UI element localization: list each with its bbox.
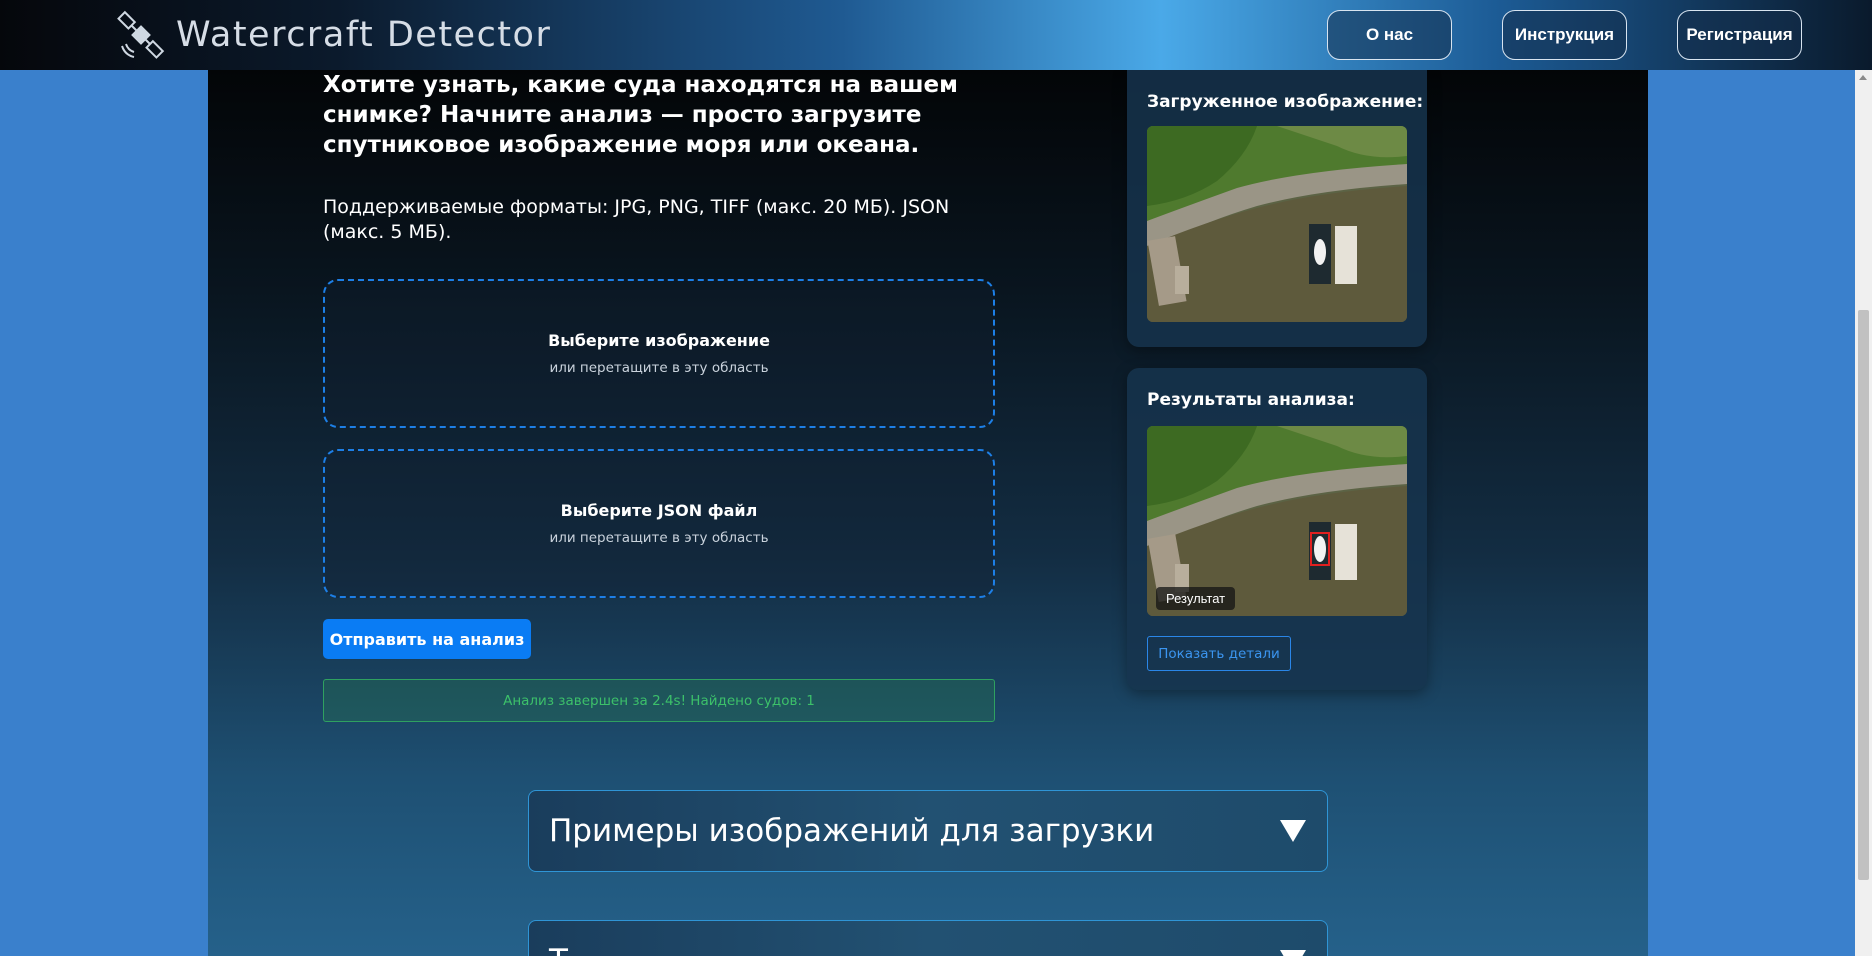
nav-register-button[interactable]: Регистрация bbox=[1677, 10, 1802, 60]
result-image-thumbnail[interactable]: Результат bbox=[1147, 426, 1407, 616]
app-title: Watercraft Detector bbox=[176, 15, 552, 55]
analysis-results-title: Результаты анализа: bbox=[1147, 390, 1355, 410]
uploaded-image-title: Загруженное изображение: bbox=[1147, 92, 1424, 112]
nav-about-button[interactable]: О нас bbox=[1327, 10, 1452, 60]
json-dropzone-title: Выберите JSON файл bbox=[560, 501, 758, 520]
uploaded-image-thumbnail[interactable] bbox=[1147, 126, 1407, 322]
json-dropzone-hint: или перетащите в эту область bbox=[549, 530, 769, 546]
triangle-down-icon bbox=[1280, 820, 1306, 842]
show-details-button[interactable]: Показать детали bbox=[1147, 636, 1291, 671]
nav-guide-button[interactable]: Инструкция bbox=[1502, 10, 1627, 60]
scroll-up-icon[interactable] bbox=[1859, 75, 1867, 80]
second-accordion-title: Т bbox=[549, 943, 1280, 956]
examples-accordion[interactable]: Примеры изображений для загрузки bbox=[528, 790, 1328, 872]
triangle-down-icon bbox=[1280, 950, 1306, 956]
examples-accordion-title: Примеры изображений для загрузки bbox=[549, 813, 1155, 849]
scrollbar-thumb[interactable] bbox=[1858, 310, 1869, 880]
top-navbar: Watercraft Detector О нас Инструкция Рег… bbox=[0, 0, 1872, 70]
json-dropzone[interactable]: Выберите JSON файл или перетащите в эту … bbox=[323, 449, 995, 598]
image-dropzone-title: Выберите изображение bbox=[548, 331, 770, 350]
intro-headline: Хотите узнать, какие суда находятся на в… bbox=[323, 72, 958, 158]
second-accordion[interactable]: Т bbox=[528, 920, 1328, 956]
analysis-results-card: Результаты анализа: Результат Показать д… bbox=[1127, 368, 1427, 690]
uploaded-image-card: Загруженное изображение: bbox=[1127, 70, 1427, 347]
aerial-photo-image bbox=[1147, 126, 1407, 322]
main-panel: Хотите узнать, какие суда находятся на в… bbox=[208, 70, 1648, 956]
app-logo[interactable]: Watercraft Detector bbox=[116, 10, 551, 60]
page-scrollbar[interactable] bbox=[1855, 70, 1872, 956]
supported-formats-text: Поддерживаемые форматы: JPG, PNG, TIFF (… bbox=[323, 196, 950, 243]
satellite-icon bbox=[117, 10, 165, 59]
submit-analysis-button[interactable]: Отправить на анализ bbox=[323, 619, 531, 659]
result-badge: Результат bbox=[1156, 587, 1236, 610]
analysis-status-message: Анализ завершен за 2.4s! Найдено судов: … bbox=[323, 679, 995, 722]
image-dropzone[interactable]: Выберите изображение или перетащите в эт… bbox=[323, 279, 995, 428]
image-dropzone-hint: или перетащите в эту область bbox=[549, 360, 769, 376]
